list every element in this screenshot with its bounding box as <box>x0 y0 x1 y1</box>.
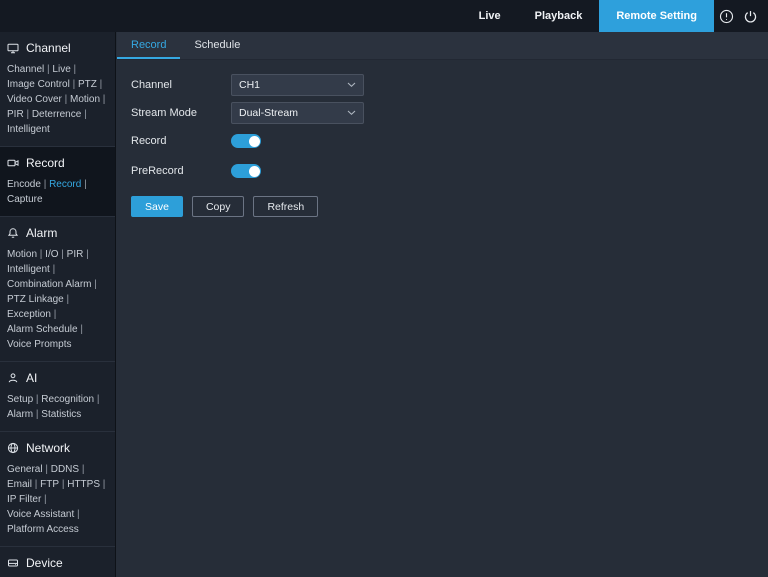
refresh-button[interactable]: Refresh <box>253 196 319 217</box>
record-label: Record <box>131 135 167 147</box>
sidebar-link-network-email[interactable]: Email <box>7 479 40 490</box>
section-title: Alarm <box>26 226 58 240</box>
toggle-knob <box>248 165 260 177</box>
sidebar-item-network[interactable]: Network <box>0 432 115 462</box>
sidebar-link-channel-channel[interactable]: Channel <box>7 64 52 75</box>
stream-mode-select-value: Dual-Stream <box>239 107 298 119</box>
sidebar-link-ai-alarm[interactable]: Alarm <box>7 409 41 420</box>
sidebar-section-record: Record EncodeRecordCapture <box>0 146 115 216</box>
channel-icon <box>7 42 19 54</box>
sidebar-link-network-ftp[interactable]: FTP <box>40 479 67 490</box>
sidebar-link-record-capture[interactable]: Capture <box>7 194 43 205</box>
sidebar-link-channel-ptz[interactable]: PTZ <box>78 79 102 90</box>
channel-select[interactable]: CH1 <box>231 74 364 96</box>
sidebar-section-network: Network GeneralDDNS EmailFTPHTTPS IP Filte… <box>0 431 115 546</box>
sidebar-section-device: Device DiskCloud <box>0 546 115 577</box>
sidebar-link-channel-live[interactable]: Live <box>52 64 76 75</box>
sidebar-item-channel[interactable]: Channel <box>0 32 115 62</box>
tab-record[interactable]: Record <box>117 32 181 59</box>
sidebar-link-network-voice-assistant[interactable]: Voice Assistant <box>7 509 80 520</box>
copy-button[interactable]: Copy <box>191 196 245 217</box>
sidebar-section-channel: Channel ChannelLiveImage ControlPTZVideo… <box>0 32 115 146</box>
sidebar-link-alarm-io[interactable]: I/O <box>45 249 67 260</box>
tab-schedule[interactable]: Schedule <box>180 32 254 59</box>
sidebar-link-alarm-combination-alarm[interactable]: Combination Alarm <box>7 279 97 290</box>
sidebar-link-ai-recognition[interactable]: Recognition <box>41 394 99 405</box>
chevron-down-icon <box>347 82 356 88</box>
section-title: Record <box>26 156 65 170</box>
prerecord-label: PreRecord <box>131 165 184 177</box>
section-links: ChannelLive Image ControlPTZ Video CoverMo… <box>0 62 115 146</box>
sidebar-link-alarm-pir[interactable]: PIR <box>67 249 89 260</box>
sidebar: Channel ChannelLiveImage ControlPTZVideo… <box>0 32 116 577</box>
section-title: Channel <box>26 41 71 55</box>
sidebar-link-channel-video-cover[interactable]: Video Cover <box>7 94 70 105</box>
sidebar-link-alarm-ptz-linkage[interactable]: PTZ Linkage <box>7 294 69 305</box>
sidebar-link-ai-setup[interactable]: Setup <box>7 394 41 405</box>
sidebar-link-alarm-voice-prompts[interactable]: Voice Prompts <box>7 339 71 350</box>
sidebar-item-ai[interactable]: AI <box>0 362 115 392</box>
sidebar-link-alarm-motion[interactable]: Motion <box>7 249 45 260</box>
alarm-icon <box>7 227 19 239</box>
nav-remote-setting[interactable]: Remote Setting <box>599 0 714 32</box>
sidebar-link-network-https[interactable]: HTTPS <box>67 479 105 490</box>
section-title: Network <box>26 441 71 455</box>
record-row: Record <box>131 134 768 148</box>
prerecord-toggle[interactable] <box>231 164 261 178</box>
prerecord-row: PreRecord <box>131 164 768 178</box>
chevron-down-icon <box>347 110 356 116</box>
network-icon <box>7 442 19 454</box>
ai-icon <box>7 372 19 384</box>
sidebar-link-channel-image-control[interactable]: Image Control <box>7 79 78 90</box>
button-row: Save Copy Refresh <box>131 196 768 217</box>
stream-mode-select[interactable]: Dual-Stream <box>231 102 364 124</box>
section-links: GeneralDDNS EmailFTPHTTPS IP Filter Voice A… <box>0 462 115 546</box>
sidebar-link-alarm-exception[interactable]: Exception <box>7 309 56 320</box>
record-icon <box>7 157 19 169</box>
channel-label: Channel <box>131 79 172 91</box>
save-button[interactable]: Save <box>131 196 183 217</box>
sidebar-section-alarm: Alarm MotionI/OPIR Intelligent Combination… <box>0 216 115 361</box>
sidebar-link-network-ip-filter[interactable]: IP Filter <box>7 494 47 505</box>
record-toggle[interactable] <box>231 134 261 148</box>
power-icon[interactable] <box>738 0 762 32</box>
device-icon <box>7 557 19 569</box>
channel-row: Channel CH1 <box>131 74 768 96</box>
nav-playback[interactable]: Playback <box>518 0 600 32</box>
stream-mode-row: Stream Mode Dual-Stream <box>131 102 768 124</box>
section-links: MotionI/OPIR Intelligent Combination Alarm… <box>0 247 115 361</box>
sidebar-link-ai-statistics[interactable]: Statistics <box>41 409 81 420</box>
sidebar-link-alarm-alarm-schedule[interactable]: Alarm Schedule <box>7 324 83 335</box>
stream-mode-label: Stream Mode <box>131 107 198 119</box>
sidebar-link-channel-intelligent[interactable]: Intelligent <box>7 124 50 135</box>
topbar: Live Playback Remote Setting <box>0 0 768 32</box>
sidebar-item-record[interactable]: Record <box>0 147 115 177</box>
alert-circle-icon[interactable] <box>714 0 738 32</box>
sidebar-link-record-encode[interactable]: Encode <box>7 179 49 190</box>
sidebar-link-channel-deterrence[interactable]: Deterrence <box>32 109 87 120</box>
section-title: AI <box>26 371 38 385</box>
sidebar-item-alarm[interactable]: Alarm <box>0 217 115 247</box>
section-links: SetupRecognitionAlarmStatistics <box>0 392 115 431</box>
record-settings-form: Channel CH1 Stream Mode Dual-Stream Reco… <box>117 60 768 217</box>
channel-select-value: CH1 <box>239 79 261 91</box>
toggle-knob <box>248 135 260 147</box>
sidebar-link-network-ddns[interactable]: DDNS <box>51 464 85 475</box>
nav-live[interactable]: Live <box>462 0 518 32</box>
sidebar-link-network-general[interactable]: General <box>7 464 51 475</box>
main-content: Record Schedule Channel CH1 Stream Mode … <box>117 32 768 577</box>
sidebar-item-device[interactable]: Device <box>0 547 115 577</box>
section-title: Device <box>26 556 63 570</box>
tabbar: Record Schedule <box>117 32 768 60</box>
sidebar-link-network-platform-access[interactable]: Platform Access <box>7 524 79 535</box>
section-links: EncodeRecord Capture <box>0 177 115 216</box>
sidebar-link-channel-pir[interactable]: PIR <box>7 109 32 120</box>
sidebar-link-alarm-intelligent[interactable]: Intelligent <box>7 264 55 275</box>
sidebar-link-channel-motion[interactable]: Motion <box>70 94 105 105</box>
sidebar-link-record-record[interactable]: Record <box>49 179 87 190</box>
sidebar-section-ai: AI SetupRecognitionAlarmStatistics <box>0 361 115 431</box>
